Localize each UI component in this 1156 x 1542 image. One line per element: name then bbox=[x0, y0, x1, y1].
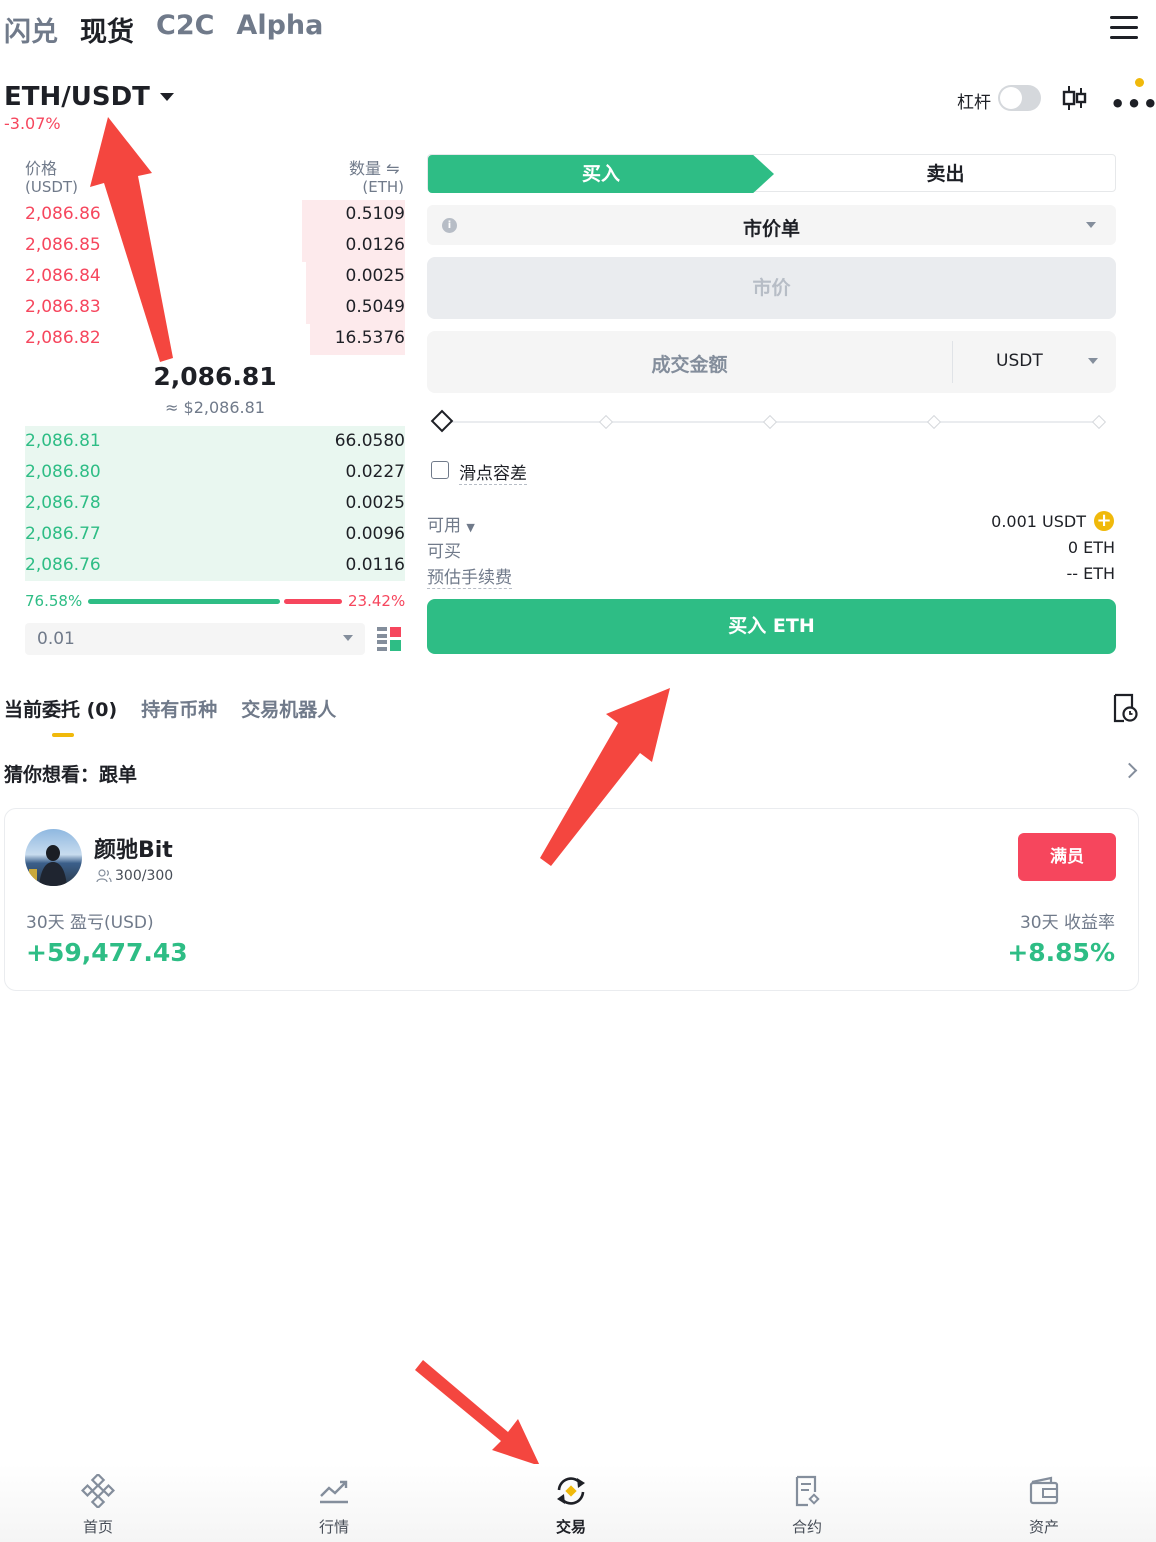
nav-label: 资产 bbox=[1028, 1518, 1059, 1536]
chart-line-icon bbox=[320, 1480, 348, 1504]
nav-label: 行情 bbox=[318, 1518, 349, 1536]
arrow-to-trade-tab bbox=[415, 1360, 540, 1466]
wallet-icon bbox=[1029, 1476, 1059, 1505]
nav-label: 合约 bbox=[791, 1518, 822, 1536]
nav-label: 交易 bbox=[555, 1518, 586, 1536]
arrow-to-buy-button bbox=[540, 688, 670, 866]
nav-home[interactable]: 首页 bbox=[38, 1472, 158, 1537]
trade-swap-icon bbox=[557, 1477, 585, 1505]
contract-document-icon bbox=[795, 1475, 820, 1507]
home-diamond-icon bbox=[80, 1472, 116, 1510]
nav-label: 首页 bbox=[82, 1518, 113, 1536]
annotation-arrows bbox=[90, 117, 670, 1466]
arrow-to-pair bbox=[90, 117, 173, 362]
nav-trade[interactable]: 交易 bbox=[511, 1474, 631, 1537]
nav-futures[interactable]: 合约 bbox=[747, 1474, 867, 1537]
nav-assets[interactable]: 资产 bbox=[984, 1474, 1104, 1537]
nav-markets[interactable]: 行情 bbox=[274, 1474, 394, 1537]
